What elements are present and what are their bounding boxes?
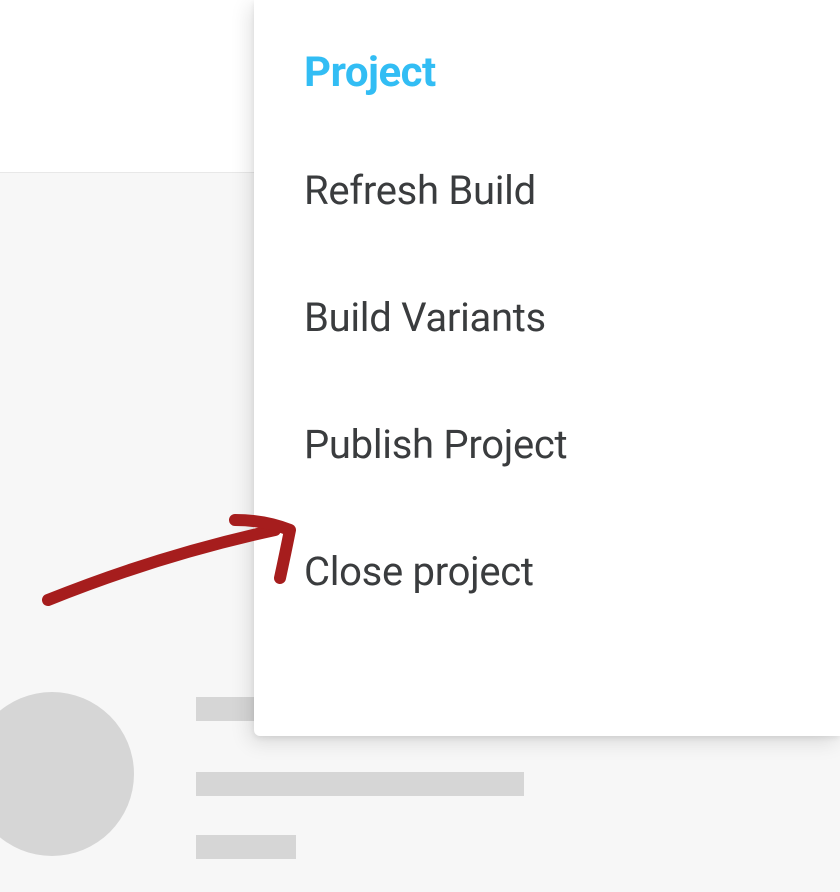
menu-header: Project: [254, 0, 840, 127]
placeholder-line: [196, 697, 256, 721]
placeholder-line: [196, 835, 296, 859]
menu-item-label: Refresh Build: [304, 167, 536, 214]
menu-item-build-variants[interactable]: Build Variants: [254, 254, 840, 381]
menu-item-label: Publish Project: [304, 421, 567, 468]
menu-item-label: Build Variants: [304, 294, 546, 341]
menu-item-close-project[interactable]: Close project: [254, 508, 840, 635]
menu-title: Project: [304, 48, 436, 97]
menu-item-refresh-build[interactable]: Refresh Build: [254, 127, 840, 254]
menu-item-publish-project[interactable]: Publish Project: [254, 381, 840, 508]
project-menu: Project Refresh Build Build Variants Pub…: [254, 0, 840, 736]
placeholder-line: [196, 772, 524, 796]
menu-item-label: Close project: [304, 548, 534, 595]
